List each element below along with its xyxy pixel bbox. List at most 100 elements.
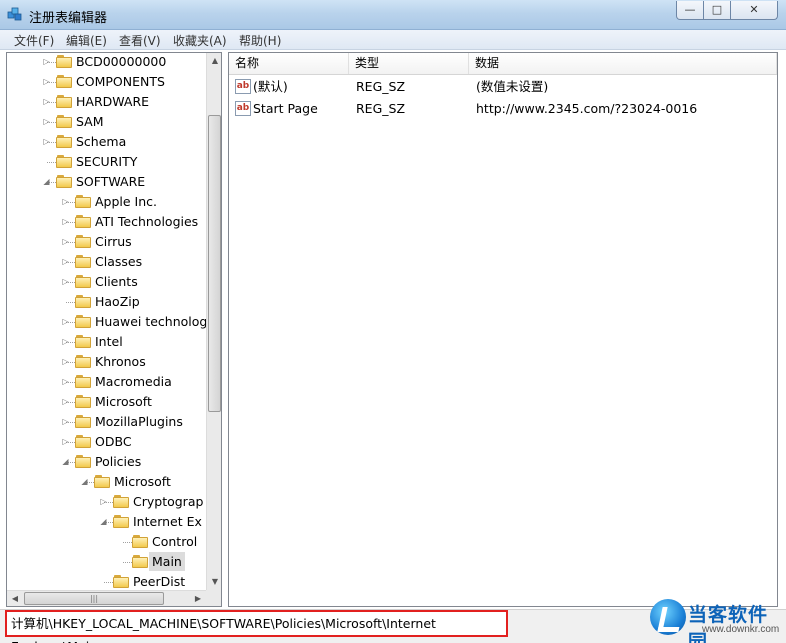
menu-help[interactable]: 帮助(H) <box>239 32 281 49</box>
expand-arrow-icon[interactable]: ▷ <box>61 437 70 446</box>
menu-file[interactable]: 文件(F) <box>14 32 54 49</box>
folder-icon <box>75 435 91 448</box>
folder-icon <box>75 215 91 228</box>
close-button[interactable]: ✕ <box>730 1 778 20</box>
folder-icon <box>75 255 91 268</box>
column-header-name[interactable]: 名称 <box>229 53 349 74</box>
column-header-data[interactable]: 数据 <box>469 53 777 74</box>
string-value-icon: ab <box>235 101 251 116</box>
folder-icon <box>132 555 148 568</box>
menu-favorites[interactable]: 收藏夹(A) <box>173 32 227 49</box>
expand-arrow-icon[interactable]: ▷ <box>42 77 51 86</box>
tree-item-label: Internet Ex <box>133 514 202 529</box>
scrollbar-corner <box>206 590 221 606</box>
tree-horizontal-scrollbar[interactable]: ◀ ||| ▶ <box>7 590 206 606</box>
tree-item-label: SAM <box>76 114 104 129</box>
expand-arrow-icon[interactable]: ▷ <box>42 117 51 126</box>
value-row[interactable]: ab (默认) REG_SZ (数值未设置) <box>229 76 777 98</box>
column-header-type[interactable]: 类型 <box>349 53 469 74</box>
value-data: (数值未设置) <box>476 79 549 94</box>
folder-icon <box>75 395 91 408</box>
values-header: 名称 类型 数据 <box>229 53 777 75</box>
tree-item-label: Apple Inc. <box>95 194 158 209</box>
folder-icon <box>75 235 91 248</box>
folder-icon <box>56 175 72 188</box>
expand-arrow-icon[interactable]: ▷ <box>61 237 70 246</box>
collapse-arrow-icon[interactable]: ◢ <box>61 457 70 466</box>
folder-icon <box>75 355 91 368</box>
tree-item-label: Cirrus <box>95 234 132 249</box>
values-pane[interactable]: 名称 类型 数据 ab (默认) REG_SZ (数值未设置) ab Start… <box>228 52 778 607</box>
collapse-arrow-icon[interactable]: ◢ <box>80 477 89 486</box>
tree-item-label: Microsoft <box>95 394 152 409</box>
expand-arrow-icon[interactable]: ▷ <box>61 277 70 286</box>
menu-view[interactable]: 查看(V) <box>119 32 161 49</box>
tree-item-label: HaoZip <box>95 294 140 309</box>
folder-icon <box>113 515 129 528</box>
folder-icon <box>94 475 110 488</box>
tree-item-label: Control <box>152 534 198 549</box>
tree-connector <box>123 542 132 543</box>
expand-arrow-icon[interactable]: ▷ <box>61 317 70 326</box>
watermark-text: 当客软件园 <box>688 604 769 643</box>
tree-item-label: SECURITY <box>76 154 138 169</box>
watermark-url: www.downkr.com <box>702 624 780 635</box>
tree-item-label: Main <box>149 552 185 571</box>
expand-arrow-icon[interactable]: ▷ <box>61 417 70 426</box>
folder-icon <box>75 455 91 468</box>
minimize-button[interactable]: — <box>676 1 704 20</box>
folder-icon <box>75 375 91 388</box>
scroll-left-arrow-icon[interactable]: ◀ <box>7 591 23 606</box>
value-name: Start Page <box>253 101 318 116</box>
folder-icon <box>75 315 91 328</box>
expand-arrow-icon[interactable]: ▷ <box>42 97 51 106</box>
window-title: 注册表编辑器 <box>29 11 108 26</box>
folder-icon <box>132 535 148 548</box>
tree-item-label: Microsoft <box>114 474 171 489</box>
registry-tree-pane[interactable]: ▷ BCD00000000 ▷ COMPONENTS ▷ HARDWARE ▷ SAM ▷ Sch… <box>6 52 222 607</box>
value-data: http://www.2345.com/?23024-0016 <box>476 101 698 116</box>
value-name: (默认) <box>253 79 288 94</box>
title-bar: 注册表编辑器 — □ ✕ <box>0 0 786 30</box>
expand-arrow-icon[interactable]: ▷ <box>61 257 70 266</box>
expand-arrow-icon[interactable]: ▷ <box>61 197 70 206</box>
folder-icon <box>56 135 72 148</box>
maximize-button[interactable]: □ <box>703 1 731 20</box>
expand-arrow-icon[interactable]: ▷ <box>61 397 70 406</box>
collapse-arrow-icon[interactable]: ◢ <box>42 177 51 186</box>
tree-vertical-scroll-thumb[interactable] <box>208 115 221 412</box>
expand-arrow-icon[interactable]: ▷ <box>61 217 70 226</box>
tree-item-label: Schema <box>76 134 127 149</box>
tree-connector <box>123 562 132 563</box>
folder-icon <box>75 275 91 288</box>
menu-edit[interactable]: 编辑(E) <box>66 32 107 49</box>
tree-vertical-scrollbar[interactable]: ▲ ▼ <box>206 53 221 590</box>
tree-item-label: Intel <box>95 334 123 349</box>
tree-horizontal-scroll-thumb[interactable]: ||| <box>24 592 164 605</box>
tree-item-label: BCD00000000 <box>76 54 167 69</box>
folder-icon <box>75 415 91 428</box>
folder-icon <box>75 335 91 348</box>
expand-arrow-icon[interactable]: ▷ <box>61 337 70 346</box>
expand-arrow-icon[interactable]: ▷ <box>42 57 51 66</box>
tree-connector <box>66 302 75 303</box>
expand-arrow-icon[interactable]: ▷ <box>61 377 70 386</box>
scroll-down-arrow-icon[interactable]: ▼ <box>207 574 221 590</box>
expand-arrow-icon[interactable]: ▷ <box>42 137 51 146</box>
scroll-right-arrow-icon[interactable]: ▶ <box>190 591 206 606</box>
menu-bar: 文件(F) 编辑(E) 查看(V) 收藏夹(A) 帮助(H) <box>0 30 786 50</box>
tree-item-label: Clients <box>95 274 138 289</box>
tree-item-label: HARDWARE <box>76 94 150 109</box>
value-row[interactable]: ab Start Page REG_SZ http://www.2345.com… <box>229 98 777 120</box>
collapse-arrow-icon[interactable]: ◢ <box>99 517 108 526</box>
string-value-icon: ab <box>235 79 251 94</box>
expand-arrow-icon[interactable]: ▷ <box>99 497 108 506</box>
value-type: REG_SZ <box>356 79 406 94</box>
status-key-path: 计算机\HKEY_LOCAL_MACHINE\SOFTWARE\Policies… <box>5 610 508 643</box>
tree-item-label: Khronos <box>95 354 146 369</box>
tree-connector <box>47 162 56 163</box>
tree-item-label: Huawei technolog <box>95 314 208 329</box>
scroll-up-arrow-icon[interactable]: ▲ <box>207 53 221 69</box>
tree-item-label: Classes <box>95 254 143 269</box>
expand-arrow-icon[interactable]: ▷ <box>61 357 70 366</box>
